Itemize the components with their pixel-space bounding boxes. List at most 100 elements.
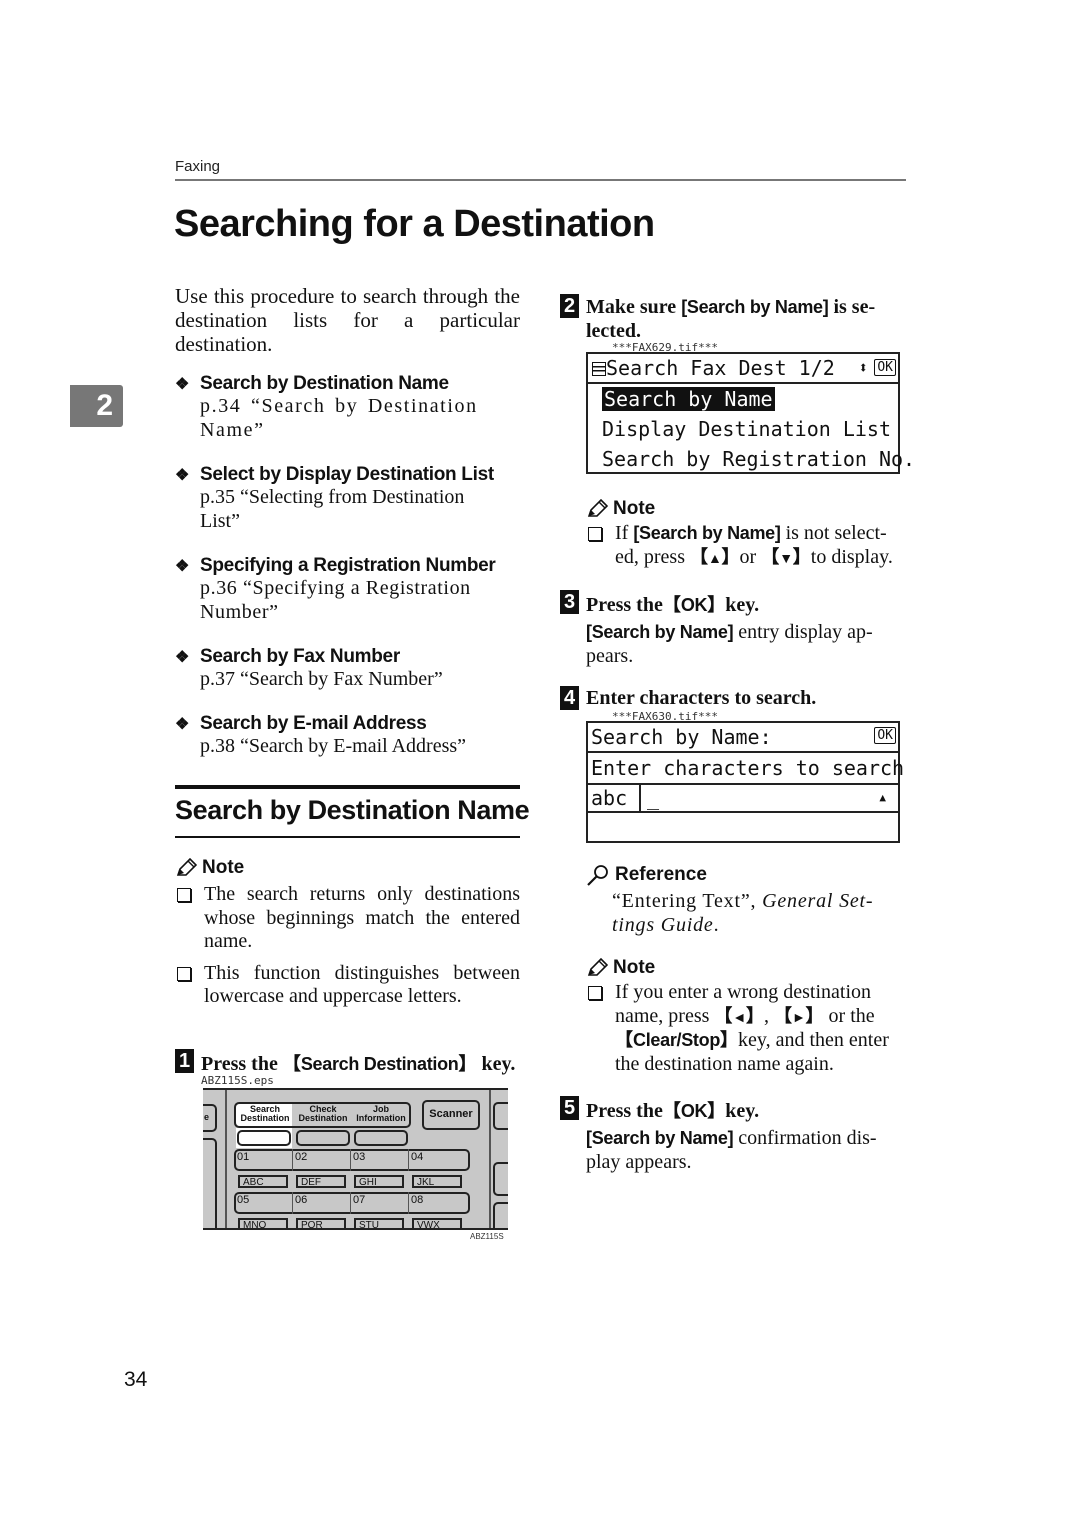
alpha-key[interactable]: GHI (354, 1175, 404, 1188)
key-divider (408, 1192, 409, 1214)
page-reference-link[interactable]: p.37 “Search by Fax Number” (175, 668, 520, 692)
method-heading: Search by E-mail Address (200, 713, 427, 734)
alpha-key[interactable]: DEF (296, 1175, 346, 1188)
section-title: Search by Destination Name (175, 795, 530, 825)
one-touch-key[interactable]: 08 (411, 1194, 423, 1206)
pencil-icon (176, 858, 197, 876)
one-touch-key[interactable]: 04 (411, 1151, 423, 1163)
tab-search-destination[interactable]: Search Destination (238, 1105, 292, 1123)
lcd-prompt: Enter characters to search (588, 753, 904, 785)
intro-paragraph: Use this procedure to search through the… (175, 284, 520, 356)
one-touch-key[interactable]: 07 (353, 1194, 365, 1206)
key-divider (350, 1192, 351, 1214)
alpha-key[interactable]: VWX (412, 1218, 462, 1228)
panel-partial-button (493, 1102, 508, 1130)
tab-job-information[interactable]: Job Information (353, 1105, 409, 1123)
page-title: Searching for a Destination (174, 203, 655, 245)
page-reference-link[interactable]: p.36 “Specifying a Registration Number” (175, 577, 520, 624)
check-destination-button[interactable] (296, 1130, 350, 1146)
tab-check-destination[interactable]: Check Destination (296, 1105, 350, 1123)
step-number: 1 (175, 1049, 194, 1073)
up-arrow-key[interactable]: ▲ (708, 550, 722, 566)
lcd-menu-item[interactable]: Display Destination List (588, 414, 898, 444)
alpha-key[interactable]: MNO (238, 1218, 288, 1228)
reference-block: Reference “Entering Text”, General Set-t… (586, 864, 906, 937)
lcd-menu-item-selected[interactable]: Search by Name (588, 384, 898, 414)
section-rule-bottom (175, 836, 520, 838)
note-item: The search returns only destinations who… (175, 883, 520, 954)
note-label: Note (613, 498, 656, 519)
search-destination-button[interactable] (237, 1130, 291, 1146)
step-3: 3 Press the【OK】key. (560, 590, 906, 617)
method-item: ❖ Search by Destination Name p.34 “Search… (175, 373, 520, 442)
menu-icon (592, 362, 606, 376)
search-destination-key[interactable]: Search Destination (301, 1054, 459, 1074)
page-reference-link[interactable]: p.34 “Search by Destination Name” (175, 395, 520, 442)
up-down-arrow-icon: ⬍ (858, 358, 868, 377)
one-touch-row-1 (234, 1149, 470, 1171)
right-arrow-key[interactable]: ► (792, 1009, 806, 1025)
reference-link[interactable]: “Entering Text”, General Set-tings Guide… (586, 890, 906, 937)
alpha-key[interactable]: JKL (412, 1175, 462, 1188)
search-name-input[interactable]: _ ▲ (641, 785, 898, 811)
checkbox-icon (177, 888, 191, 902)
down-arrow-key[interactable]: ▼ (779, 550, 793, 566)
step-number: 4 (560, 686, 579, 710)
left-arrow-key[interactable]: ◄ (732, 1009, 746, 1025)
method-item: ❖ Specifying a Registration Number p.36 “… (175, 555, 520, 624)
step-4: 4 Enter characters to search. (560, 686, 906, 710)
checkbox-icon (588, 986, 602, 1000)
section-rule-top (175, 785, 520, 789)
clear-stop-key[interactable]: Clear/Stop (633, 1030, 720, 1050)
note-label: Note (613, 957, 656, 978)
one-touch-key[interactable]: 03 (353, 1151, 365, 1163)
note-label: Note (202, 857, 245, 878)
page-reference-link[interactable]: p.35 “Selecting from Destination List” (175, 486, 520, 533)
checkbox-icon (588, 527, 602, 541)
step-1: 1 Press the 【Search Destination】 key. (175, 1049, 520, 1076)
key-divider (292, 1192, 293, 1214)
ok-indicator: OK (874, 359, 896, 376)
note-item: This function distinguishes between lowe… (175, 962, 520, 1009)
page-number: 34 (124, 1368, 148, 1391)
one-touch-key[interactable]: 01 (237, 1151, 249, 1163)
pencil-icon (587, 958, 608, 976)
note-block: Note If [Search by Name] is not select- … (586, 498, 906, 570)
lcd-empty-row (588, 813, 898, 841)
scroll-up-icon: ▲ (879, 791, 886, 804)
one-touch-row-2 (234, 1192, 470, 1214)
step-3-description: [Search by Name] entry display ap-pears. (586, 621, 873, 667)
method-heading: Search by Fax Number (200, 646, 400, 667)
method-heading: Select by Display Destination List (200, 464, 494, 485)
alpha-key[interactable]: ABC (238, 1175, 288, 1188)
checkbox-icon (177, 966, 191, 981)
ok-key[interactable]: OK (681, 1101, 708, 1121)
pencil-icon (587, 499, 608, 517)
step-number: 5 (560, 1096, 579, 1120)
panel-partial-button (203, 1138, 217, 1228)
one-touch-key[interactable]: 06 (295, 1194, 307, 1206)
diamond-bullet-icon: ❖ (175, 467, 190, 484)
one-touch-key[interactable]: 05 (237, 1194, 249, 1206)
lcd-search-by-name: Search by Name: OK Enter characters to s… (586, 721, 904, 843)
figure-caption: ABZ115S (470, 1232, 504, 1241)
key-divider (292, 1149, 293, 1171)
chapter-tab: 2 (70, 385, 123, 427)
method-heading: Specifying a Registration Number (200, 555, 496, 576)
job-information-button[interactable] (354, 1130, 408, 1146)
method-heading: Search by Destination Name (200, 373, 449, 394)
note-item: If you enter a wrong destination name, p… (586, 981, 906, 1076)
diamond-bullet-icon: ❖ (175, 649, 190, 666)
step-2: 2 Make sure [Search by Name] is se-lecte… (560, 294, 906, 343)
lcd-menu-item[interactable]: Search by Registration No. (588, 444, 915, 474)
ok-indicator: OK (874, 727, 896, 744)
one-touch-key[interactable]: 02 (295, 1151, 307, 1163)
page-indicator: 1/2 (798, 356, 835, 380)
alpha-key[interactable]: STU (354, 1218, 404, 1228)
magnifier-icon (587, 865, 608, 886)
control-panel-illustration: e Search Destination Check Destination Job… (203, 1088, 508, 1230)
lcd-title-bar: Search Fax Dest 1/2 ⬍ OK (588, 354, 898, 384)
ok-key[interactable]: OK (681, 595, 708, 615)
alpha-key[interactable]: PQR (296, 1218, 346, 1228)
page-reference-link[interactable]: p.38 “Search by E-mail Address” (175, 735, 520, 759)
